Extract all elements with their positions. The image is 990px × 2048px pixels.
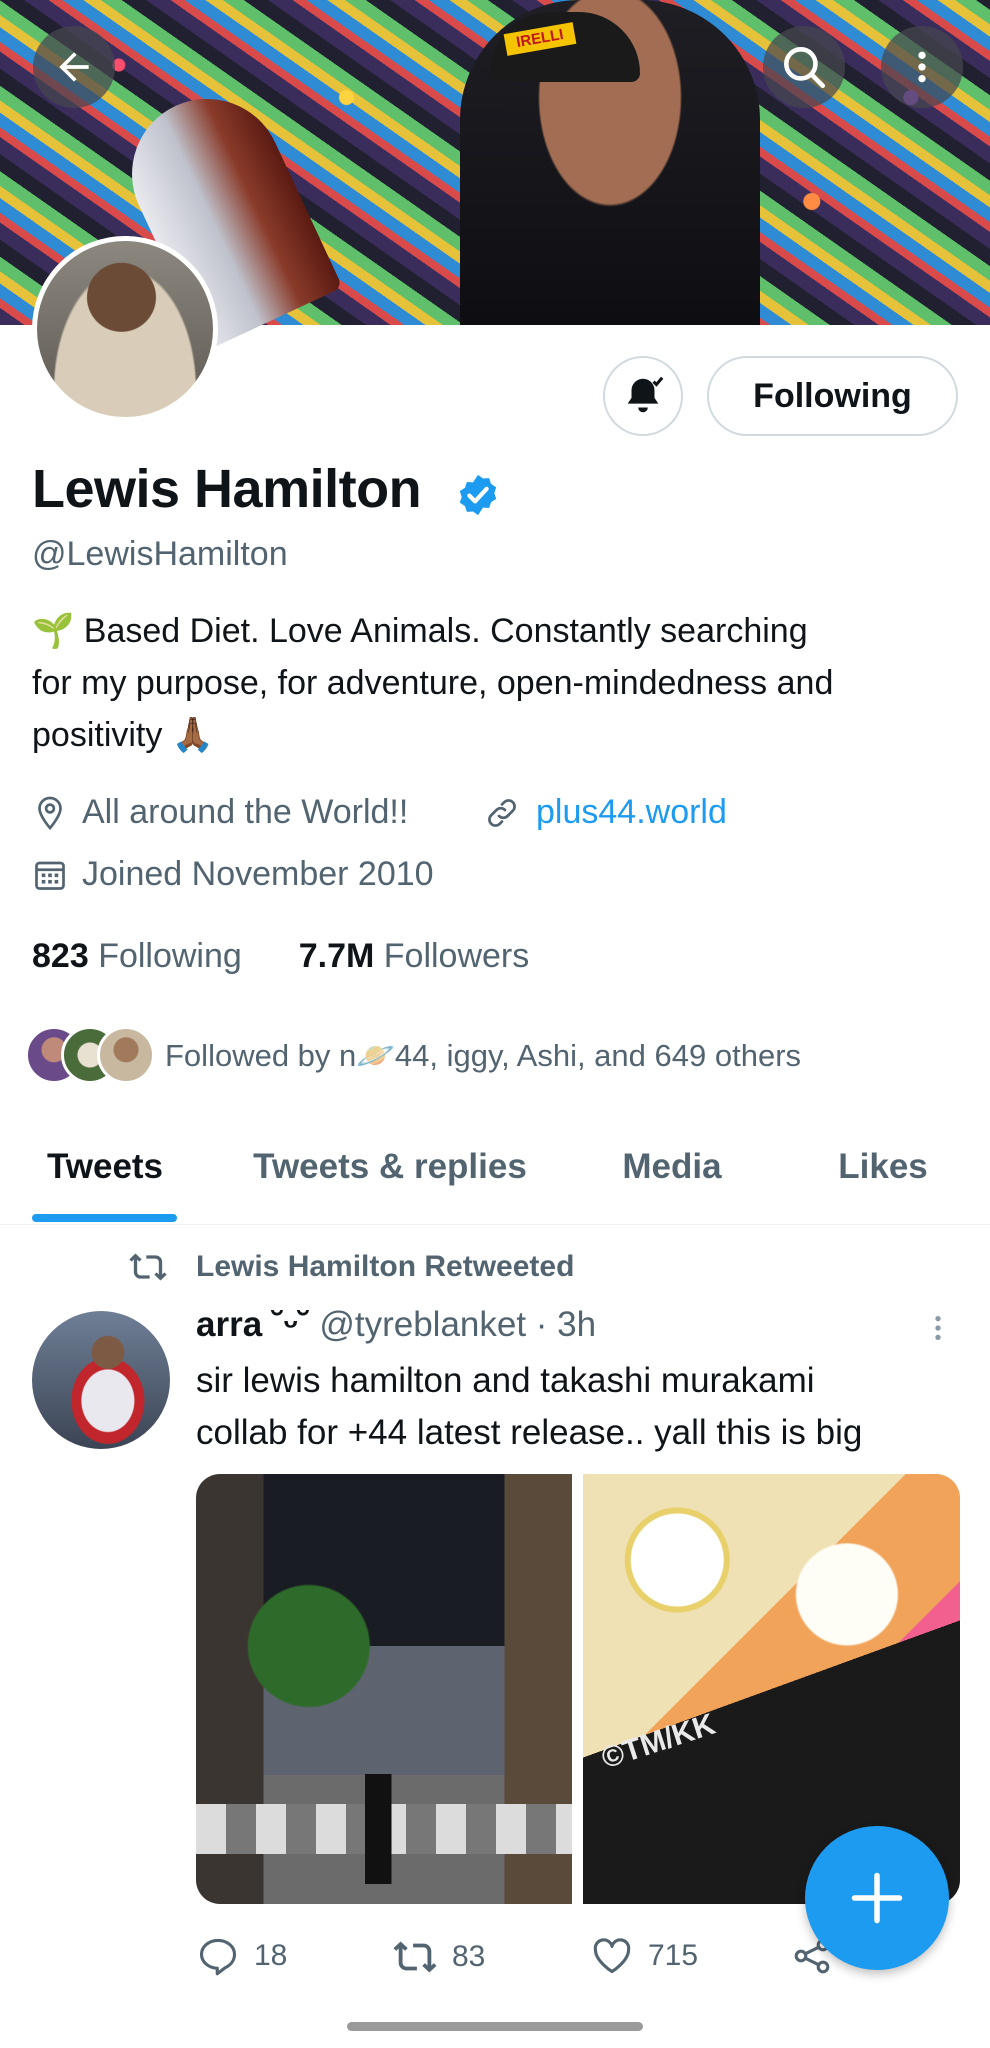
following-button[interactable]: Following xyxy=(707,356,958,436)
tweet-text-line: sir lewis hamilton and takashi murakami xyxy=(196,1361,815,1400)
tweet-text-line: collab for +44 latest release.. yall thi… xyxy=(196,1413,863,1452)
calendar-icon xyxy=(35,861,65,890)
retweet-context[interactable]: Lewis Hamilton Retweeted xyxy=(128,1247,574,1287)
profile-bio: 🌱 Based Diet. Love Animals. Constantly s… xyxy=(32,605,962,761)
profile-joined: Joined November 2010 xyxy=(32,855,434,894)
more-options-button[interactable] xyxy=(881,26,963,108)
tweet-author-name[interactable]: arra ˘ᵕ˘ xyxy=(196,1305,310,1344)
tweet-header: arra ˘ᵕ˘ @tyreblanket · 3h xyxy=(196,1305,596,1345)
tweet-more-icon[interactable] xyxy=(922,1310,954,1346)
tweet-media-photo-street[interactable] xyxy=(196,1474,572,1904)
tweet-text: sir lewis hamilton and takashi murakami … xyxy=(196,1355,966,1459)
tweet-actions: 18 83 715 xyxy=(196,1934,896,1980)
joined-text: Joined November 2010 xyxy=(82,855,434,893)
system-home-indicator[interactable] xyxy=(347,2022,643,2031)
followers-count: 7.7M xyxy=(298,937,375,975)
tab-tweets[interactable]: Tweets xyxy=(14,1110,196,1224)
following-label: Following xyxy=(98,937,242,975)
tab-likes[interactable]: Likes xyxy=(790,1110,976,1224)
profile-avatar[interactable] xyxy=(32,236,218,422)
plus-icon xyxy=(851,1872,903,1924)
website-link[interactable]: plus44.world xyxy=(536,793,727,832)
search-button[interactable] xyxy=(763,26,845,108)
retweet-icon xyxy=(129,1253,167,1281)
like-button[interactable]: 715 xyxy=(590,1934,698,1978)
location-text: All around the World!! xyxy=(82,793,409,831)
more-vertical-icon xyxy=(918,51,926,83)
search-icon xyxy=(784,47,826,89)
notifications-bell-button[interactable] xyxy=(603,356,683,436)
heart-icon xyxy=(593,1938,631,1974)
profile-website[interactable]: plus44.world xyxy=(484,793,727,832)
following-count: 823 xyxy=(32,937,89,975)
profile-stats: 823 Following 7.7M Followers xyxy=(32,937,529,976)
verified-badge-icon xyxy=(459,474,497,516)
reply-icon xyxy=(199,1938,237,1976)
compose-tweet-button[interactable] xyxy=(805,1826,949,1970)
bio-line: 🌱 Based Diet. Love Animals. Constantly s… xyxy=(32,612,808,650)
profile-name: Lewis Hamilton xyxy=(32,459,422,519)
retweet-button[interactable]: 83 xyxy=(392,1934,485,1980)
reply-button[interactable]: 18 xyxy=(196,1934,287,1978)
tweet-time: · 3h xyxy=(526,1305,597,1344)
retweet-icon xyxy=(393,1941,437,1973)
followed-by-row[interactable]: Followed by n🪐44, iggy, Ashi, and 649 ot… xyxy=(25,1026,801,1084)
followed-by-text: Followed by n🪐44, iggy, Ashi, and 649 ot… xyxy=(165,1037,802,1073)
tweet-author-handle[interactable]: @tyreblanket xyxy=(319,1305,526,1344)
link-icon xyxy=(488,798,516,827)
retweet-context-text: Lewis Hamilton Retweeted xyxy=(196,1250,575,1283)
followers-label: Followers xyxy=(383,937,530,975)
retweet-count: 83 xyxy=(452,1940,486,1973)
tweet-author-avatar[interactable] xyxy=(32,1311,170,1449)
bell-check-icon xyxy=(627,376,664,413)
like-count: 715 xyxy=(648,1939,699,1972)
bio-line: positivity 🙏🏾 xyxy=(32,716,215,754)
profile-location: All around the World!! xyxy=(32,793,408,832)
profile-handle: @LewisHamilton xyxy=(32,535,288,573)
bio-line: for my purpose, for adventure, open-mind… xyxy=(32,664,834,702)
followers-stat[interactable]: 7.7M Followers xyxy=(299,937,530,975)
profile-tabs: Tweets Tweets & replies Media Likes xyxy=(0,1110,990,1225)
tab-tweets-replies[interactable]: Tweets & replies xyxy=(220,1110,560,1224)
arrow-left-icon xyxy=(59,52,89,82)
back-button[interactable] xyxy=(33,26,115,108)
following-stat[interactable]: 823 Following xyxy=(32,937,242,975)
follower-avatar xyxy=(97,1026,155,1084)
reply-count: 18 xyxy=(254,1939,288,1972)
tab-media[interactable]: Media xyxy=(586,1110,758,1224)
active-tab-indicator xyxy=(32,1214,177,1222)
location-pin-icon xyxy=(38,796,62,830)
